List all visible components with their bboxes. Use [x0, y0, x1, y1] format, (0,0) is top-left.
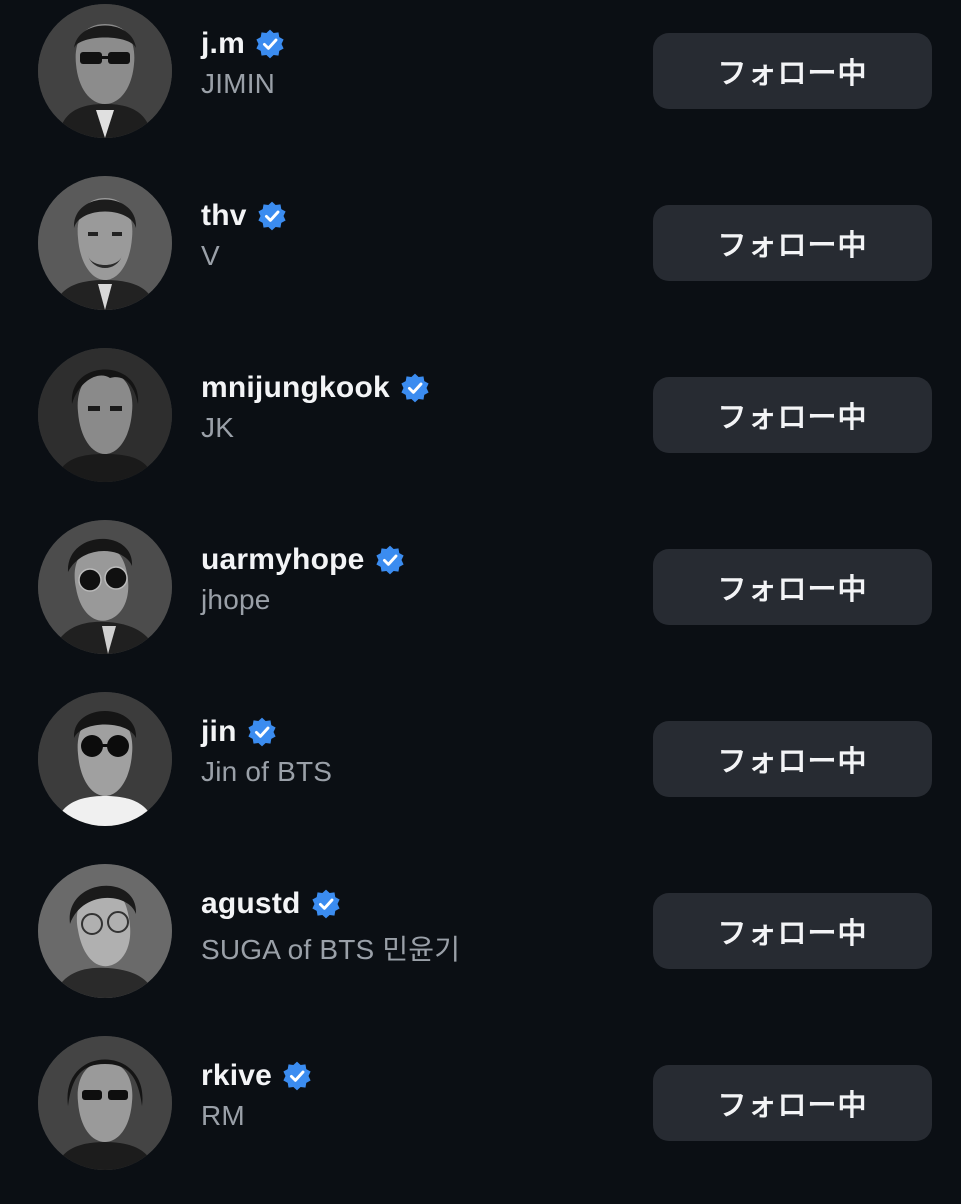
username[interactable]: rkive	[201, 1059, 272, 1093]
following-button[interactable]: フォロー中	[653, 205, 932, 281]
account-row-agustd[interactable]: agustd SUGA of BTS 민윤기 フォロー中	[0, 860, 961, 1032]
verified-badge-icon	[256, 200, 288, 232]
display-name: SUGA of BTS 민윤기	[201, 934, 461, 965]
account-row-rkive[interactable]: rkive RM フォロー中	[0, 1032, 961, 1204]
username[interactable]: j.m	[201, 27, 245, 61]
avatar[interactable]	[38, 692, 172, 826]
username[interactable]: uarmyhope	[201, 543, 365, 577]
username[interactable]: mnijungkook	[201, 371, 390, 405]
verified-badge-icon	[399, 372, 431, 404]
username[interactable]: agustd	[201, 887, 301, 921]
avatar[interactable]	[38, 1036, 172, 1170]
following-button[interactable]: フォロー中	[653, 1065, 932, 1141]
verified-badge-icon	[310, 888, 342, 920]
display-name: Jin of BTS	[201, 756, 333, 787]
avatar-photo-icon	[38, 520, 172, 654]
avatar-photo-icon	[38, 4, 172, 138]
display-name: JK	[201, 412, 235, 443]
account-row-mnijungkook[interactable]: mnijungkook JK フォロー中	[0, 344, 961, 516]
avatar-photo-icon	[38, 692, 172, 826]
account-row-uarmyhope[interactable]: uarmyhope jhope フォロー中	[0, 516, 961, 688]
avatar[interactable]	[38, 520, 172, 654]
display-name: jhope	[201, 584, 271, 615]
display-name: JIMIN	[201, 68, 276, 99]
following-button[interactable]: フォロー中	[653, 377, 932, 453]
following-button[interactable]: フォロー中	[653, 33, 932, 109]
avatar-photo-icon	[38, 348, 172, 482]
avatar[interactable]	[38, 348, 172, 482]
avatar-photo-icon	[38, 176, 172, 310]
following-button[interactable]: フォロー中	[653, 721, 932, 797]
account-row-jin[interactable]: jin Jin of BTS フォロー中	[0, 688, 961, 860]
verified-badge-icon	[246, 716, 278, 748]
username[interactable]: jin	[201, 715, 237, 749]
verified-badge-icon	[281, 1060, 313, 1092]
avatar-photo-icon	[38, 864, 172, 998]
display-name: V	[201, 240, 220, 271]
account-row-jm[interactable]: j.m JIMIN フォロー中	[0, 0, 961, 172]
avatar[interactable]	[38, 4, 172, 138]
verified-badge-icon	[374, 544, 406, 576]
account-row-thv[interactable]: thv V フォロー中	[0, 172, 961, 344]
following-button[interactable]: フォロー中	[653, 549, 932, 625]
avatar[interactable]	[38, 176, 172, 310]
username[interactable]: thv	[201, 199, 247, 233]
display-name: RM	[201, 1100, 245, 1131]
following-button[interactable]: フォロー中	[653, 893, 932, 969]
avatar[interactable]	[38, 864, 172, 998]
following-list: j.m JIMIN フォロー中 thv V フォロー中 mnijungkook …	[0, 0, 961, 1200]
avatar-photo-icon	[38, 1036, 172, 1170]
verified-badge-icon	[254, 28, 286, 60]
